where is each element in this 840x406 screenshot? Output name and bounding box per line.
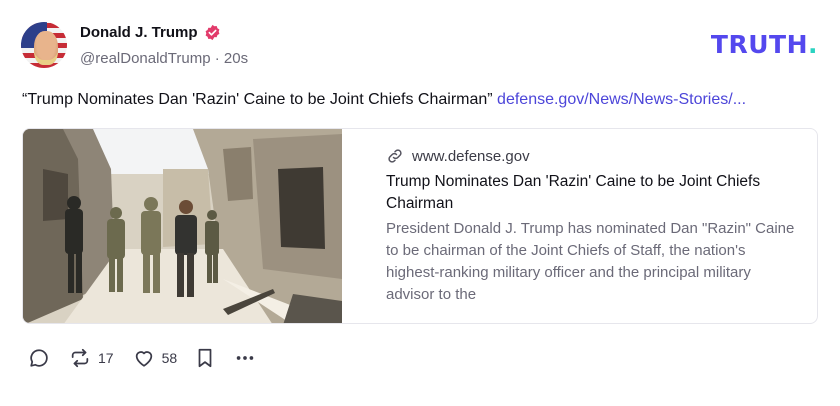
retruth-count: 17 bbox=[98, 350, 114, 366]
link-preview-card[interactable]: www.defense.gov Trump Nominates Dan 'Raz… bbox=[22, 128, 818, 324]
verified-badge-icon bbox=[205, 24, 219, 41]
link-chain-icon bbox=[388, 149, 402, 163]
link-domain: www.defense.gov bbox=[412, 147, 530, 165]
post-timestamp[interactable]: 20s bbox=[224, 50, 248, 67]
bookmark-button[interactable] bbox=[195, 347, 215, 369]
retruth-button[interactable]: 17 bbox=[68, 347, 114, 369]
author-meta: @realDonaldTrump · 20s bbox=[80, 50, 248, 67]
author-name-row: Donald J. Trump bbox=[80, 24, 221, 41]
post-body: “Trump Nominates Dan 'Razin' Caine to be… bbox=[22, 91, 746, 109]
more-dots-icon bbox=[236, 356, 254, 360]
bookmark-icon bbox=[198, 348, 212, 368]
soldiers-street-photo bbox=[23, 129, 342, 323]
link-domain-row: www.defense.gov bbox=[386, 147, 797, 165]
post-link[interactable]: defense.gov/News/News-Stories/... bbox=[497, 91, 746, 108]
like-button[interactable]: 58 bbox=[132, 347, 178, 369]
more-options-button[interactable] bbox=[233, 347, 257, 369]
repost-arrows-icon bbox=[71, 348, 89, 368]
link-preview-text: www.defense.gov Trump Nominates Dan 'Raz… bbox=[342, 129, 817, 323]
post-actions: 17 58 bbox=[28, 347, 275, 369]
author-avatar[interactable] bbox=[21, 22, 67, 68]
avatar-portrait bbox=[34, 31, 58, 65]
like-count: 58 bbox=[161, 350, 178, 366]
truth-social-logo[interactable]: TRUTH. bbox=[711, 30, 818, 59]
heart-icon bbox=[135, 351, 152, 367]
author-handle[interactable]: @realDonaldTrump bbox=[80, 50, 211, 67]
logo-dot: . bbox=[808, 30, 818, 59]
truth-post: Donald J. Trump @realDonaldTrump · 20s T… bbox=[0, 0, 840, 406]
reply-bubble-icon bbox=[30, 349, 48, 367]
link-preview-image bbox=[23, 129, 342, 323]
link-title: Trump Nominates Dan 'Razin' Caine to be … bbox=[386, 173, 761, 212]
link-description: President Donald J. Trump has nominated … bbox=[386, 220, 795, 303]
author-display-name[interactable]: Donald J. Trump bbox=[80, 24, 198, 41]
reply-button[interactable] bbox=[28, 347, 50, 369]
meta-separator: · bbox=[214, 50, 220, 67]
post-text: “Trump Nominates Dan 'Razin' Caine to be… bbox=[22, 91, 493, 108]
logo-wordmark: TRUTH bbox=[710, 30, 808, 59]
